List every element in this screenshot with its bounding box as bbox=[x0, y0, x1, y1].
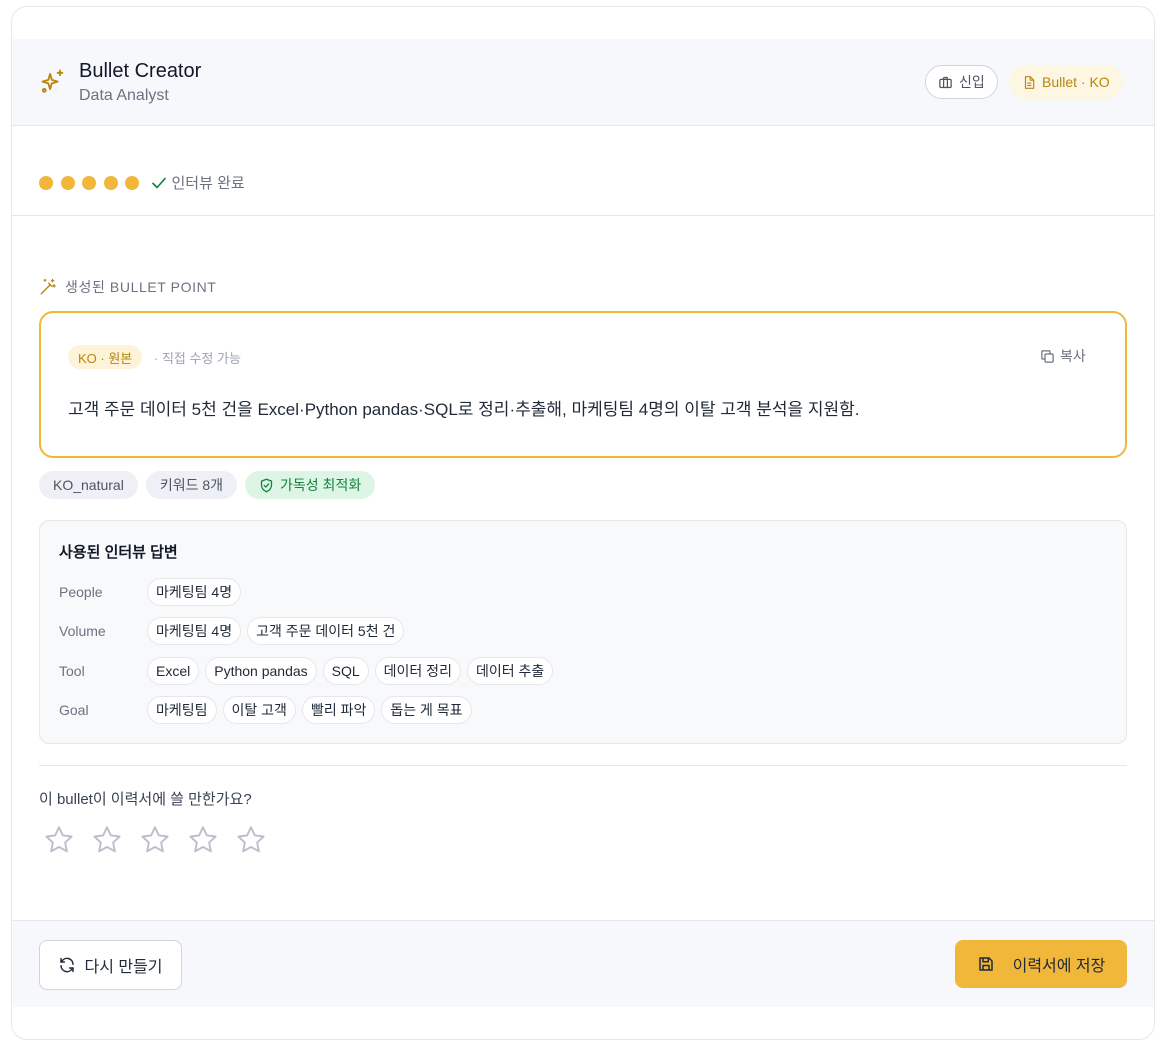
progress-dot bbox=[60, 175, 75, 190]
answer-tag: 돕는 게 목표 bbox=[381, 696, 472, 724]
star-icon[interactable] bbox=[43, 824, 75, 856]
answer-label: Volume bbox=[59, 623, 106, 639]
bullet-meta-chips: KO_natural 키워드 8개 가독성 최적화 bbox=[39, 471, 376, 499]
answers-title: 사용된 인터뷰 답변 bbox=[59, 544, 178, 561]
answer-tag: 데이터 정리 bbox=[374, 657, 461, 685]
answer-label: Tool bbox=[59, 663, 85, 679]
answer-tag: Excel bbox=[147, 657, 200, 685]
progress-dot bbox=[39, 175, 53, 190]
answer-tag: Python pandas bbox=[205, 657, 317, 685]
star-icon[interactable] bbox=[187, 824, 219, 856]
shield-check-icon bbox=[260, 478, 273, 492]
check-icon bbox=[151, 177, 166, 188]
interview-progress: 인터뷰 완료 bbox=[39, 172, 245, 193]
keyword-count-chip: 키워드 8개 bbox=[145, 471, 238, 499]
level-pill-label: 신입 bbox=[959, 74, 985, 90]
page-title: Bullet Creator bbox=[79, 60, 202, 82]
answer-label: Goal bbox=[59, 702, 89, 718]
progress-dot bbox=[82, 175, 96, 190]
star-icon[interactable] bbox=[235, 824, 267, 856]
section-heading: 생성된 BULLET POINT bbox=[39, 277, 216, 297]
progress-dot bbox=[103, 175, 118, 190]
answer-row-people: People 마케팅팀 4명 bbox=[59, 578, 242, 606]
answer-tag: 고객 주문 데이터 5천 건 bbox=[247, 617, 405, 645]
save-button-label: 이력서에 저장 bbox=[1012, 958, 1106, 975]
readability-chip: 가독성 최적화 bbox=[245, 471, 376, 499]
answer-row-goal: Goal 마케팅팀 이탈 고객 빨리 파악 돕는 게 목표 bbox=[59, 696, 472, 724]
bullet-editor[interactable]: KO · 원본 · 직접 수정 가능 복사 고객 주문 데이터 5천 건을 Ex… bbox=[39, 311, 1127, 458]
page-subtitle: Data Analyst bbox=[79, 87, 169, 104]
regenerate-button-label: 다시 만들기 bbox=[84, 959, 163, 976]
star-icon[interactable] bbox=[91, 824, 123, 856]
answer-tag: 마케팅팀 bbox=[147, 696, 217, 724]
answer-tag: 빨리 파악 bbox=[301, 696, 376, 724]
header: Bullet Creator Data Analyst 신입 Bullet · … bbox=[12, 39, 1154, 126]
answer-label: People bbox=[59, 584, 103, 600]
progress-status: 인터뷰 완료 bbox=[171, 175, 245, 192]
star-icon[interactable] bbox=[139, 824, 171, 856]
answer-row-volume: Volume 마케팅팀 4명 고객 주문 데이터 5천 건 bbox=[59, 617, 405, 645]
style-chip: KO_natural bbox=[39, 471, 138, 499]
star-rating bbox=[43, 824, 267, 856]
footer: 다시 만들기 이력서에 저장 bbox=[12, 920, 1154, 1007]
mode-pill: Bullet · KO bbox=[1009, 65, 1123, 99]
readability-chip-label: 가독성 최적화 bbox=[280, 477, 362, 493]
divider bbox=[39, 765, 1127, 766]
briefcase-icon bbox=[939, 76, 952, 88]
answer-tag: 마케팅팀 4명 bbox=[147, 578, 242, 606]
language-tag: KO · 원본 bbox=[68, 345, 143, 369]
divider bbox=[12, 215, 1154, 216]
progress-dot bbox=[125, 175, 139, 190]
bullet-creator-card: Bullet Creator Data Analyst 신입 Bullet · … bbox=[11, 6, 1155, 1040]
copy-icon bbox=[1041, 349, 1054, 363]
section-title: 생성된 BULLET POINT bbox=[65, 279, 217, 295]
bullet-text[interactable]: 고객 주문 데이터 5천 건을 Excel·Python pandas·SQL로… bbox=[68, 395, 860, 420]
copy-button-label: 복사 bbox=[1060, 348, 1086, 364]
copy-button[interactable]: 복사 bbox=[1040, 346, 1086, 366]
save-to-resume-button[interactable]: 이력서에 저장 bbox=[955, 940, 1127, 988]
regenerate-button[interactable]: 다시 만들기 bbox=[39, 940, 182, 990]
answer-tag: 마케팅팀 4명 bbox=[147, 617, 242, 645]
answer-tag: SQL bbox=[322, 657, 369, 685]
level-pill[interactable]: 신입 bbox=[925, 65, 998, 99]
magic-wand-icon bbox=[40, 278, 56, 295]
document-icon bbox=[1024, 75, 1035, 89]
answer-tag: 데이터 추출 bbox=[466, 657, 554, 685]
mode-pill-label: Bullet · KO bbox=[1042, 74, 1110, 90]
interview-answers-panel: 사용된 인터뷰 답변 People 마케팅팀 4명 Volume 마케팅팀 4명… bbox=[39, 520, 1127, 744]
sparkles-icon bbox=[41, 69, 64, 93]
refresh-icon bbox=[60, 957, 75, 973]
answer-row-tool: Tool Excel Python pandas SQL 데이터 정리 데이터 … bbox=[59, 657, 554, 685]
answer-tag: 이탈 고객 bbox=[222, 696, 296, 724]
edit-hint: · 직접 수정 가능 bbox=[154, 351, 241, 366]
rating-question: 이 bullet이 이력서에 쓸 만한가요? bbox=[39, 791, 252, 808]
save-icon bbox=[978, 957, 993, 971]
